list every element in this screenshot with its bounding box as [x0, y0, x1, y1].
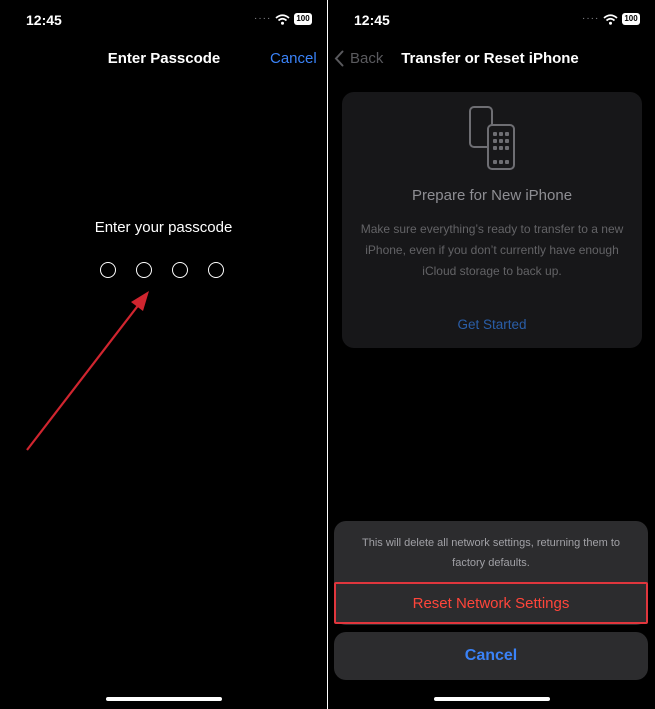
status-time: 12:45 [354, 12, 390, 28]
page-title: Transfer or Reset iPhone [401, 50, 579, 67]
get-started-link[interactable]: Get Started [342, 317, 642, 332]
prepare-new-iphone-card: Prepare for New iPhone Make sure everyth… [342, 92, 642, 348]
card-body: Make sure everything’s ready to transfer… [360, 222, 624, 278]
chevron-left-icon [334, 50, 344, 67]
phones-icon [469, 106, 515, 170]
wifi-icon [603, 13, 618, 25]
annotation-arrow [26, 291, 149, 451]
back-label: Back [350, 50, 384, 67]
home-indicator [106, 697, 222, 701]
status-bar-icons: ···· 100 [582, 13, 640, 25]
home-indicator [434, 697, 550, 701]
reset-network-settings-button[interactable]: Reset Network Settings [334, 582, 648, 624]
card-title: Prepare for New iPhone [411, 187, 573, 204]
battery-icon: 100 [622, 13, 640, 25]
back-button[interactable]: Back [334, 50, 383, 67]
action-sheet-message: This will delete all network settings, r… [361, 537, 620, 569]
cancel-button[interactable]: Cancel [334, 632, 648, 680]
transfer-reset-screen: 12:45 ···· 100 Back Transfer or Reset iP… [328, 0, 655, 709]
passcode-screen: 12:45 ···· 100 Enter Passcode Cancel Ent… [0, 0, 327, 709]
signal-icon: ···· [582, 13, 600, 24]
